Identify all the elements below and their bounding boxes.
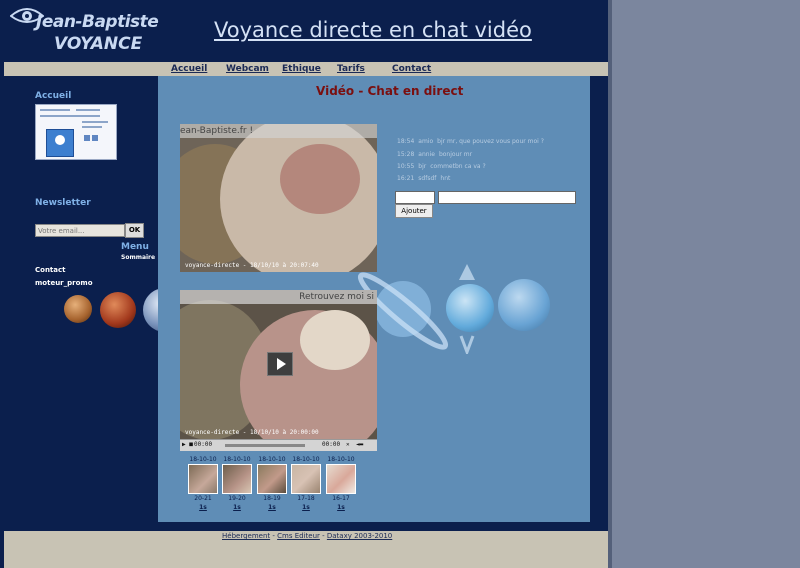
- thumb-line: [76, 109, 100, 111]
- nav-webcam[interactable]: Webcam: [226, 62, 269, 76]
- play-icon: [277, 358, 286, 370]
- chat-message: 16:21 sdfsdf hnt: [397, 175, 451, 182]
- thumb-box: [92, 135, 98, 141]
- site-title-link[interactable]: Voyance directe en chat vidéo: [214, 18, 532, 42]
- chat-message: 10:55 bjr commetbn ca va ?: [397, 163, 486, 170]
- elapsed-time: 00:00: [194, 441, 213, 448]
- footer-copyright-link[interactable]: Dataxy 2003-2010: [327, 532, 392, 540]
- archive-video-player[interactable]: Retrouvez moi si voyance-directe - 18/10…: [180, 290, 377, 450]
- footer-hosting-link[interactable]: Hébergement: [222, 532, 270, 540]
- video-caption-bar: ean-Baptiste.fr !: [180, 124, 377, 138]
- archive-thumbnail[interactable]: [326, 464, 356, 494]
- nav-bar: Accueil Webcam Ethique Tarifs Contact: [4, 62, 608, 76]
- volume-icon[interactable]: ◄▬: [356, 441, 363, 448]
- menu-promo-link[interactable]: moteur_promo: [35, 279, 93, 287]
- fullscreen-icon[interactable]: ✕: [346, 441, 350, 448]
- archive-item[interactable]: 18-10-10 19-20 1s: [222, 456, 252, 511]
- archive-link[interactable]: 1s: [188, 504, 218, 511]
- chat-name-input[interactable]: [395, 191, 435, 204]
- planet-mars-icon: [100, 292, 136, 328]
- logo-subtitle: VOYANCE: [54, 34, 143, 54]
- video-timestamp: voyance-directe - 18/10/10 à 20:00:00: [185, 429, 319, 436]
- page-edge: [608, 0, 612, 568]
- video-frame: [300, 310, 370, 370]
- play-small-icon[interactable]: ▶ ■: [182, 441, 193, 448]
- footer-links: Hébergement - Cms Editeur - Dataxy 2003-…: [222, 532, 393, 540]
- newsletter-heading: Newsletter: [35, 198, 91, 208]
- thumb-line: [40, 109, 70, 111]
- newsletter-email-input[interactable]: [35, 224, 125, 237]
- archive-link[interactable]: 1s: [222, 504, 252, 511]
- chat-add-button[interactable]: Ajouter: [395, 204, 433, 218]
- menu-heading: Menu: [121, 242, 149, 252]
- thumb-line: [82, 121, 108, 123]
- archive-link[interactable]: 1s: [257, 504, 287, 511]
- chat-message: 15:28 annie bonjour mr: [397, 151, 473, 158]
- page-title: Vidéo - Chat en direct: [316, 84, 464, 98]
- video-frame: [280, 144, 360, 214]
- thumb-line: [40, 115, 100, 117]
- archive-link[interactable]: 1s: [326, 504, 356, 511]
- video-controls: ▶ ■ 00:00 00:00 ✕ ◄▬: [180, 439, 377, 451]
- nav-contact[interactable]: Contact: [392, 62, 431, 76]
- video-caption: ean-Baptiste.fr !: [180, 126, 254, 136]
- webcam-icon: [46, 129, 74, 157]
- archive-link[interactable]: 1s: [291, 504, 321, 511]
- footer: Hébergement - Cms Editeur - Dataxy 2003-…: [4, 531, 608, 568]
- newsletter-ok-button[interactable]: OK: [125, 223, 144, 238]
- video-timestamp: voyance-directe - 18/10/10 à 20:07:40: [185, 262, 319, 269]
- archive-item[interactable]: 18-10-10 17-18 1s: [291, 456, 321, 511]
- video-caption-bar: Retrouvez moi si: [180, 290, 377, 304]
- accueil-thumbnail[interactable]: [35, 104, 117, 160]
- menu-contact-link[interactable]: Contact: [35, 266, 66, 274]
- live-video-player[interactable]: ean-Baptiste.fr ! voyance-directe - 18/1…: [180, 124, 377, 272]
- archive-thumbnail[interactable]: [257, 464, 287, 494]
- accueil-heading: Accueil: [35, 91, 72, 101]
- play-button[interactable]: [267, 352, 293, 376]
- footer-cms-link[interactable]: Cms Editeur: [277, 532, 320, 540]
- nav-tarifs[interactable]: Tarifs: [337, 62, 365, 76]
- nav-ethique[interactable]: Ethique: [282, 62, 321, 76]
- archive-thumbnail[interactable]: [222, 464, 252, 494]
- planet-symbol-icon: [459, 264, 475, 354]
- logo-name: Jean-Baptiste: [36, 12, 159, 32]
- site-logo[interactable]: Jean-Baptiste VOYANCE: [8, 4, 159, 58]
- archive-item[interactable]: 18-10-10 16-17 1s: [326, 456, 356, 511]
- planet-mercury-icon: [64, 295, 92, 323]
- video-caption: Retrouvez moi si: [299, 292, 374, 302]
- archive-item[interactable]: 18-10-10 20-21 1s: [188, 456, 218, 511]
- total-time: 00:00: [322, 441, 341, 448]
- chat-message: 18:54 amio bjr mr, que pouvez vous pour mo…: [397, 138, 544, 145]
- menu-sommaire-link[interactable]: Sommaire: [121, 254, 155, 261]
- thumb-line: [82, 126, 102, 128]
- archive-thumbnail[interactable]: [291, 464, 321, 494]
- seek-bar[interactable]: [225, 444, 305, 447]
- chat-message-input[interactable]: [438, 191, 576, 204]
- archive-item[interactable]: 18-10-10 18-19 1s: [257, 456, 287, 511]
- nav-accueil[interactable]: Accueil: [171, 62, 207, 76]
- archive-thumbnail[interactable]: [188, 464, 218, 494]
- thumb-box: [84, 135, 90, 141]
- planet-neptune-icon: [498, 279, 550, 331]
